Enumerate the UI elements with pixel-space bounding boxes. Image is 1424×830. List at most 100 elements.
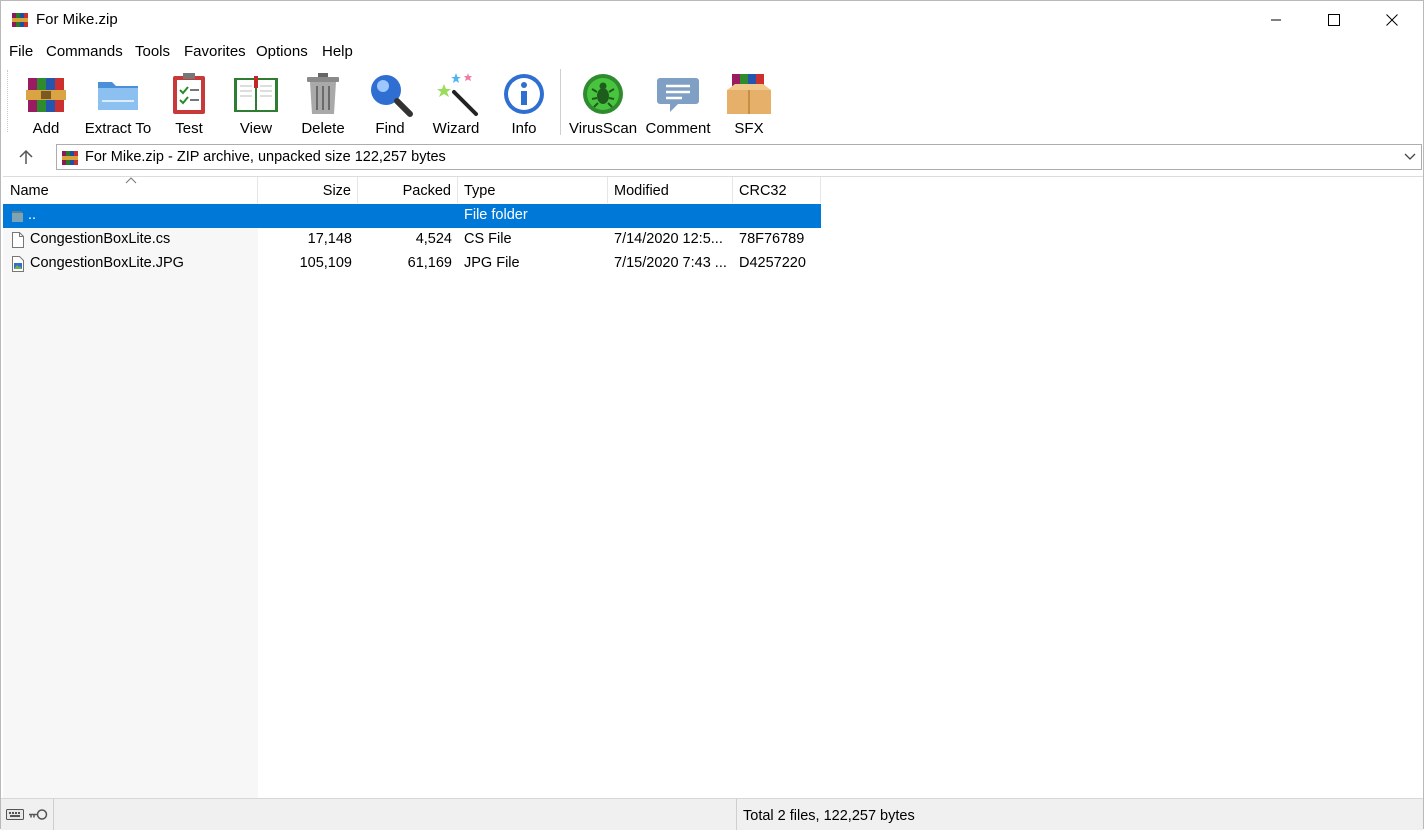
view-button[interactable]: View	[229, 66, 283, 138]
document-icon	[12, 232, 24, 248]
address-text: For Mike.zip - ZIP archive, unpacked siz…	[85, 149, 446, 165]
extract-to-button[interactable]: Extract To	[83, 66, 153, 138]
folder-up-icon	[12, 211, 23, 222]
row-type: JPG File	[464, 255, 520, 271]
up-one-level-button[interactable]	[9, 144, 43, 170]
row-type: CS File	[464, 231, 512, 247]
list-header: Name Size Packed Type Modified CRC32	[3, 177, 823, 203]
comment-label: Comment	[645, 120, 711, 137]
status-selection-panel	[53, 799, 737, 830]
menu-file[interactable]: File	[9, 43, 33, 60]
toolbar: Add Extract To Test View Delete Find Wiz…	[1, 64, 1423, 141]
menu-tools[interactable]: Tools	[135, 43, 170, 60]
find-button[interactable]: Find	[365, 66, 415, 138]
arrow-up-icon	[19, 149, 33, 164]
menu-favorites[interactable]: Favorites	[184, 43, 246, 60]
column-header-packed[interactable]: Packed	[358, 177, 458, 203]
row-packed: 61,169	[407, 255, 452, 271]
maximize-icon	[1328, 14, 1340, 26]
column-header-name-label: Name	[10, 183, 49, 199]
sfx-button[interactable]: SFX	[723, 66, 775, 138]
row-crc: D4257220	[739, 255, 806, 271]
virusscan-label: VirusScan	[569, 120, 638, 137]
menu-help[interactable]: Help	[322, 43, 353, 60]
info-label: Info	[511, 120, 537, 137]
magic-wand-icon	[437, 73, 478, 116]
find-label: Find	[375, 120, 405, 137]
title-bar: For Mike.zip	[1, 1, 1423, 39]
wizard-label: Wizard	[432, 120, 480, 137]
comment-button[interactable]: Comment	[643, 66, 713, 138]
winrar-app-icon	[12, 13, 28, 27]
row-size: 105,109	[299, 255, 352, 271]
add-label: Add	[32, 120, 60, 137]
column-header-crc32[interactable]: CRC32	[733, 177, 821, 203]
close-button[interactable]	[1363, 1, 1421, 39]
column-header-modified[interactable]: Modified	[608, 177, 733, 203]
delete-button[interactable]: Delete	[297, 66, 349, 138]
comment-icon	[657, 78, 699, 112]
toolbar-grip[interactable]	[7, 70, 11, 132]
minimize-icon	[1271, 19, 1281, 21]
chevron-down-icon	[1404, 153, 1416, 160]
name-column-highlight	[3, 203, 258, 799]
status-bar: Total 2 files, 122,257 bytes	[1, 798, 1423, 830]
keyboard-icon	[6, 809, 24, 820]
list-row-parent-folder[interactable]: .. File folder	[3, 204, 821, 228]
row-modified: 7/15/2020 7:43 ...	[614, 255, 727, 271]
column-header-modified-label: Modified	[614, 183, 669, 199]
close-icon	[1386, 14, 1398, 26]
trash-icon	[307, 73, 339, 114]
sfx-label: SFX	[734, 120, 764, 137]
delete-label: Delete	[301, 120, 345, 137]
extract-to-label: Extract To	[84, 120, 152, 137]
info-button[interactable]: Info	[499, 66, 549, 138]
extract-folder-icon	[98, 82, 138, 110]
row-modified: 7/14/2020 12:5...	[614, 231, 723, 247]
maximize-button[interactable]	[1305, 1, 1363, 39]
winrar-window: For Mike.zip File Commands Tools Favorit…	[0, 0, 1424, 830]
list-row-file-cs[interactable]: CongestionBoxLite.cs 17,148 4,524 CS Fil…	[3, 228, 821, 252]
add-archive-icon	[26, 78, 66, 112]
row-name: ..	[28, 207, 37, 223]
window-title: For Mike.zip	[36, 11, 118, 28]
test-button[interactable]: Test	[165, 66, 213, 138]
menu-bar: File Commands Tools Favorites Options He…	[1, 40, 1423, 64]
column-header-size[interactable]: Size	[258, 177, 358, 203]
column-header-size-label: Size	[322, 183, 351, 199]
toolbar-separator	[560, 69, 561, 135]
row-size: 17,148	[307, 231, 352, 247]
column-header-type-label: Type	[464, 183, 496, 199]
list-row-file-jpg[interactable]: CongestionBoxLite.JPG 105,109 61,169 JPG…	[3, 252, 821, 276]
row-packed: 4,524	[415, 231, 452, 247]
address-row: For Mike.zip - ZIP archive, unpacked siz…	[1, 142, 1423, 173]
status-icons	[1, 799, 54, 830]
view-book-icon	[234, 76, 278, 112]
zip-archive-icon	[62, 151, 78, 165]
virus-scan-icon	[583, 74, 623, 114]
row-name: CongestionBoxLite.cs	[30, 231, 171, 247]
minimize-button[interactable]	[1247, 1, 1305, 39]
test-clipboard-icon	[173, 73, 205, 114]
status-total-text: Total 2 files, 122,257 bytes	[743, 808, 915, 824]
row-crc: 78F76789	[739, 231, 805, 247]
address-combobox[interactable]: For Mike.zip - ZIP archive, unpacked siz…	[56, 144, 1422, 170]
key-icon	[29, 809, 48, 820]
magnifier-icon	[371, 75, 413, 117]
column-header-type[interactable]: Type	[458, 177, 608, 203]
file-list[interactable]: Name Size Packed Type Modified CRC32 .. …	[3, 176, 1423, 799]
info-icon	[504, 74, 544, 114]
test-label: Test	[175, 120, 203, 137]
column-header-name[interactable]: Name	[3, 177, 258, 203]
menu-commands[interactable]: Commands	[46, 43, 123, 60]
address-dropdown-button[interactable]	[1401, 148, 1419, 166]
column-header-packed-label: Packed	[402, 183, 451, 199]
wizard-button[interactable]: Wizard	[429, 66, 483, 138]
view-label: View	[239, 120, 273, 137]
add-button[interactable]: Add	[21, 66, 71, 138]
sort-ascending-icon	[125, 177, 137, 184]
sfx-box-icon	[727, 74, 771, 114]
image-file-icon	[12, 256, 24, 272]
virusscan-button[interactable]: VirusScan	[569, 66, 637, 138]
menu-options[interactable]: Options	[256, 43, 308, 60]
